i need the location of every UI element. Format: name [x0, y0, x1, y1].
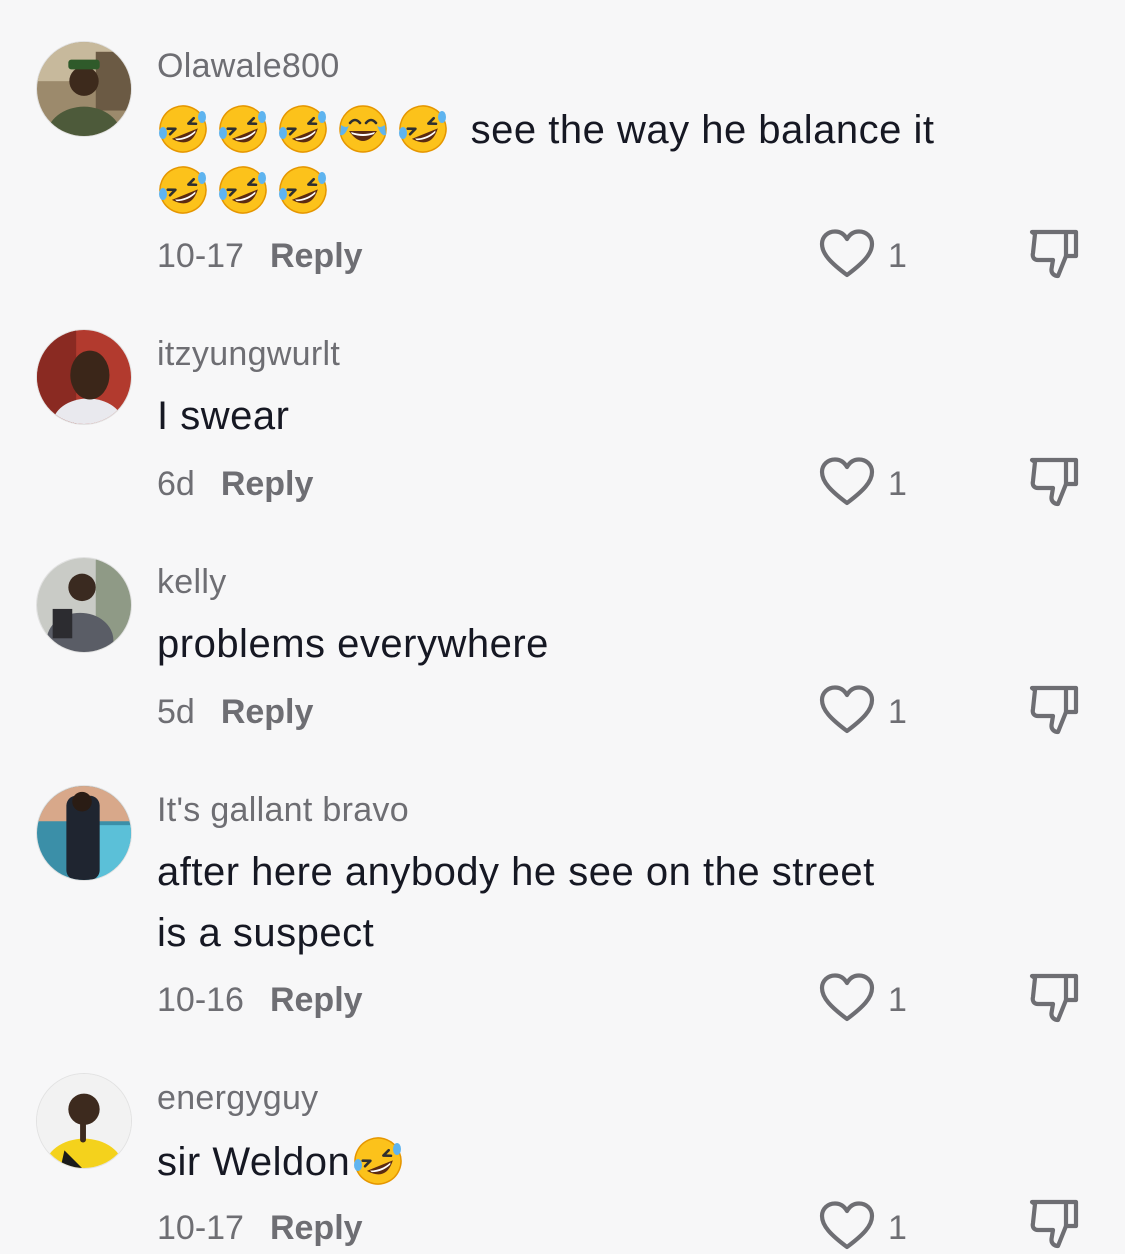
rofl-emoji: [397, 103, 449, 155]
avatar[interactable]: [36, 329, 132, 425]
heart-outline-icon[interactable]: [818, 972, 876, 1024]
heart-outline-icon[interactable]: [818, 1200, 876, 1252]
like-count: 1: [888, 237, 907, 275]
comment-username[interactable]: kelly: [157, 562, 227, 602]
reply-button[interactable]: Reply: [270, 1209, 363, 1247]
comment-meta: 6d Reply: [157, 464, 313, 504]
comment-date: 10-17: [157, 1209, 244, 1247]
avatar-image: [37, 558, 131, 652]
comment-username[interactable]: energyguy: [157, 1078, 318, 1118]
like-count: 1: [888, 693, 907, 731]
rofl-emoji: [277, 103, 329, 155]
comment-date: 10-17: [157, 237, 244, 275]
avatar[interactable]: [36, 557, 132, 653]
rofl-emoji: [217, 164, 269, 216]
comment-date: 5d: [157, 693, 195, 731]
rofl-emoji: [157, 103, 209, 155]
avatar[interactable]: [36, 1073, 132, 1169]
thumbs-down-outline-icon[interactable]: [1026, 970, 1082, 1026]
comment-username[interactable]: itzyungwurlt: [157, 334, 340, 374]
reply-button[interactable]: Reply: [221, 465, 314, 503]
heart-outline-icon[interactable]: [818, 228, 876, 280]
rofl-emoji: [217, 103, 269, 155]
thumbs-down-outline-icon[interactable]: [1026, 454, 1082, 510]
reply-button[interactable]: Reply: [270, 237, 363, 275]
avatar[interactable]: [36, 41, 132, 137]
avatar-image: [37, 786, 131, 880]
comment-text: problems everywhere: [157, 622, 549, 666]
comment-text: see the way he balance it: [157, 100, 987, 222]
reply-button[interactable]: Reply: [270, 981, 363, 1019]
avatar-image: [37, 1074, 131, 1168]
comment-date: 10-16: [157, 981, 244, 1019]
comment-username[interactable]: Olawale800: [157, 46, 340, 86]
heart-outline-icon[interactable]: [818, 684, 876, 736]
like-count: 1: [888, 465, 907, 503]
comment-meta: 10-17 Reply: [157, 1208, 363, 1248]
comment-text-line: sir Weldon: [157, 1140, 351, 1184]
rofl-emoji: [157, 164, 209, 216]
comment-text-line: see the way he balance it: [470, 108, 935, 152]
thumbs-down-outline-icon[interactable]: [1026, 682, 1082, 738]
comment-text: I swear: [157, 394, 290, 438]
comment-text-line: after here anybody he see on the street: [157, 850, 875, 894]
like-count: 1: [888, 1209, 907, 1247]
rofl-emoji: [352, 1135, 404, 1187]
comment-text-line: is a suspect: [157, 911, 375, 955]
reply-button[interactable]: Reply: [221, 693, 314, 731]
comment-meta: 10-17 Reply: [157, 236, 363, 276]
avatar[interactable]: [36, 785, 132, 881]
comment-meta: 5d Reply: [157, 692, 313, 732]
comment-username[interactable]: It's gallant bravo: [157, 790, 409, 830]
rofl-emoji: [277, 164, 329, 216]
comment-text: after here anybody he see on the street …: [157, 842, 987, 964]
thumbs-down-outline-icon[interactable]: [1026, 226, 1082, 282]
comment-date: 6d: [157, 465, 195, 503]
heart-outline-icon[interactable]: [818, 456, 876, 508]
thumbs-down-outline-icon[interactable]: [1026, 1196, 1082, 1252]
like-count: 1: [888, 981, 907, 1019]
avatar-image: [37, 330, 131, 424]
comment-meta: 10-16 Reply: [157, 980, 363, 1020]
avatar-image: [37, 42, 131, 136]
comment-text: sir Weldon: [157, 1132, 987, 1193]
joy-emoji: [337, 103, 389, 155]
